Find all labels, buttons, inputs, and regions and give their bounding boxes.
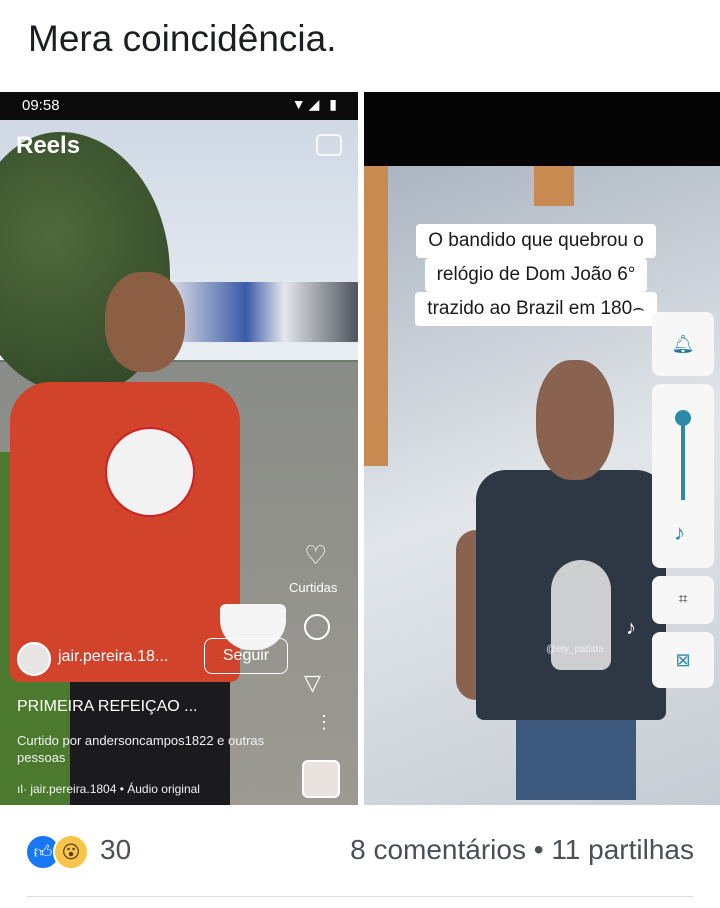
caption-line: O bandido que quebrou o (416, 224, 656, 258)
man-jeans (516, 720, 636, 800)
wow-reaction-icon[interactable]: 😮︎ (53, 834, 89, 870)
camera-icon[interactable] (316, 134, 342, 156)
reel-screenshot: 09:58 ▼◢ ▮ Reels ♡ Curtidas ▽ ⋮ jair.per… (0, 92, 358, 805)
status-time: 09:58 (22, 97, 60, 114)
signal-battery-icon: ▼◢ ▮ (291, 96, 340, 112)
tiktok-handle: @ely_patista (546, 644, 604, 655)
divider (26, 896, 694, 897)
caption-line: relógio de Dom João 6° (424, 258, 648, 292)
tiktok-caption: O bandido que quebrou o relógio de Dom J… (386, 224, 686, 326)
door-frame (364, 166, 388, 466)
avatar[interactable] (17, 642, 51, 676)
follow-button[interactable]: Seguir (204, 638, 288, 674)
caption-line: trazido ao Brazil em 180⌢ (415, 292, 657, 326)
slider-track[interactable] (681, 414, 685, 500)
likes-label: Curtidas (289, 580, 338, 595)
man-blue-shirt (456, 360, 666, 800)
comment-icon[interactable] (304, 614, 330, 640)
music-note-icon[interactable]: ♪ (674, 520, 685, 546)
grid-icon[interactable]: ⌗ (652, 576, 714, 624)
send-icon[interactable]: ▽ (304, 670, 321, 696)
tiktok-screenshot: O bandido que quebrou o relógio de Dom J… (364, 92, 720, 805)
liked-by-text[interactable]: Curtido por andersoncampos1822 e outras … (17, 732, 287, 766)
audio-thumbnail[interactable] (302, 760, 340, 798)
shirt-logo (105, 427, 195, 517)
reel-caption[interactable]: PRIMEIRA REFEIÇAO ... (17, 698, 197, 716)
man-red-shirt (10, 272, 286, 805)
man-head (105, 272, 185, 372)
top-black-bar (364, 92, 720, 166)
status-bar: 09:58 ▼◢ ▮ (0, 92, 358, 120)
post-title: Mera coincidência. (28, 18, 337, 59)
reaction-count[interactable]: 30 (100, 834, 131, 866)
man-head (536, 360, 614, 480)
tiktok-logo-icon: ♪ (626, 617, 636, 639)
engagement-stats[interactable]: 8 comentários • 11 partilhas (350, 834, 694, 866)
slider-icon[interactable]: ♪ (652, 384, 714, 568)
door-frame-top (534, 166, 574, 206)
slider-knob[interactable] (675, 410, 691, 426)
captions-icon[interactable]: ⊠ (652, 632, 714, 688)
red-shirt (10, 382, 240, 682)
more-icon[interactable]: ⋮ (315, 712, 333, 733)
heart-icon[interactable]: ♡ (304, 540, 327, 571)
username[interactable]: jair.pereira.18... (58, 648, 168, 666)
bell-icon[interactable]: 🔔︎ (652, 312, 714, 376)
reels-title: Reels (16, 132, 81, 159)
audio-info[interactable]: ıl· jair.pereira.1804 • Áudio original (17, 782, 200, 796)
